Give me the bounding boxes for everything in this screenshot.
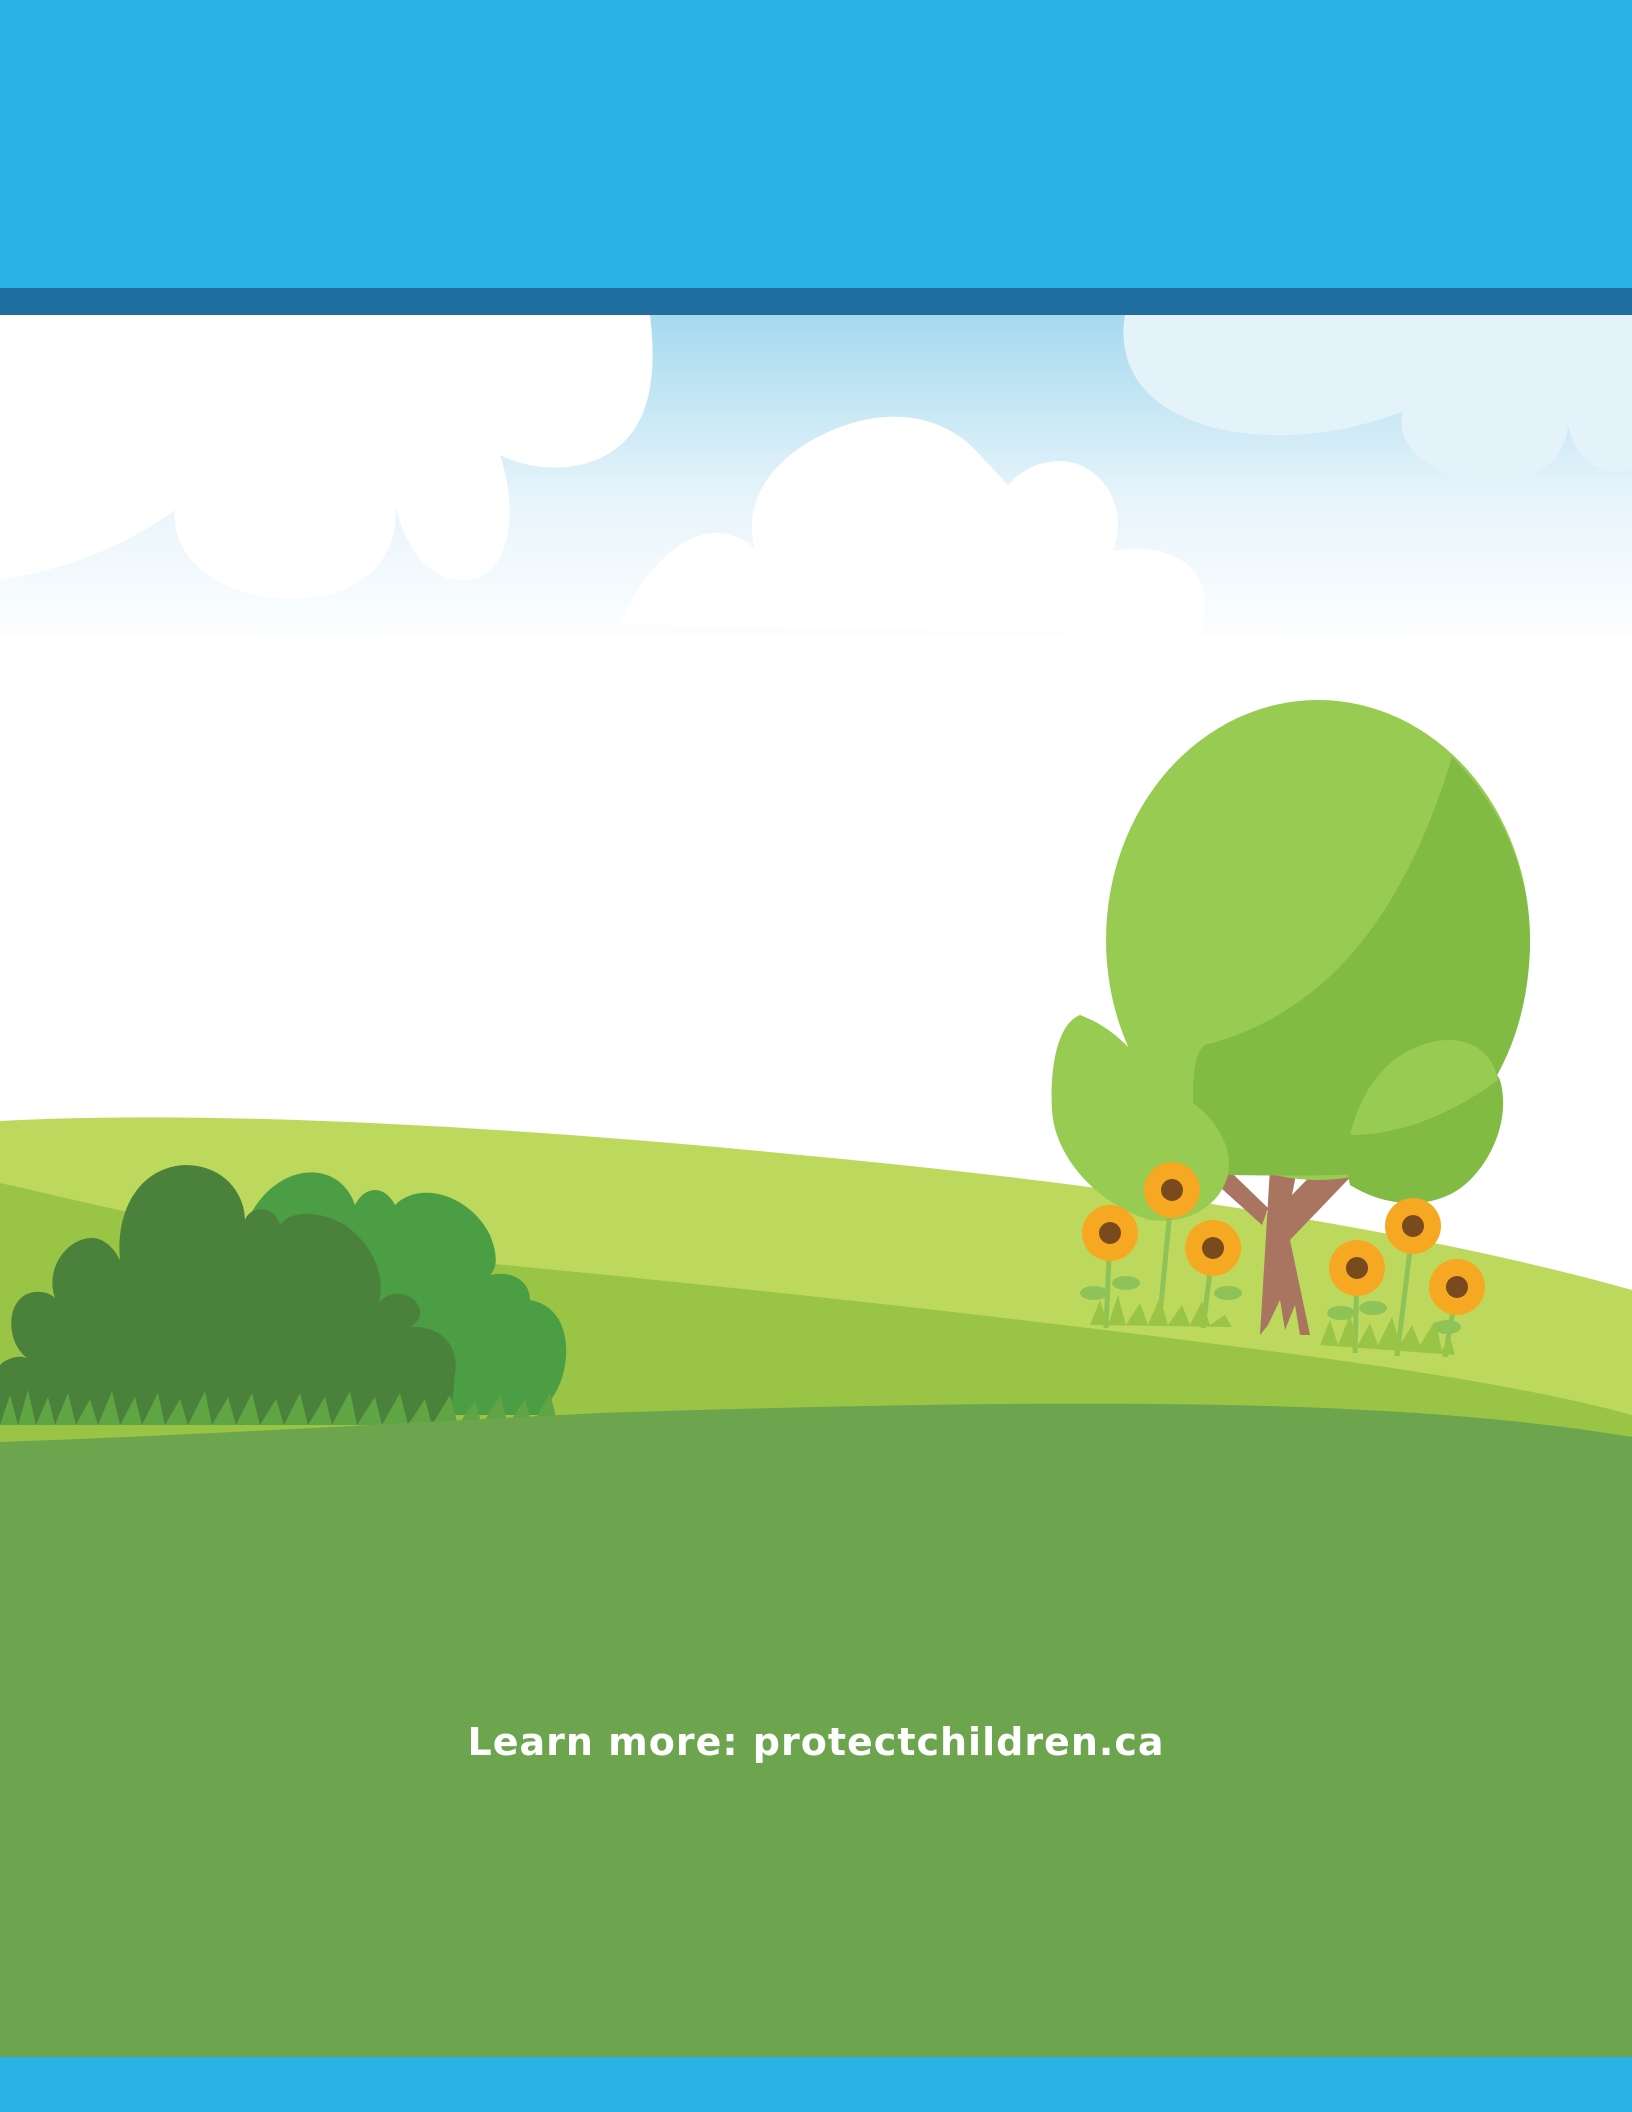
top-stripe	[0, 288, 1632, 315]
page: Learn more: protectchildren.ca	[0, 0, 1632, 2112]
landscape-illustration	[0, 315, 1632, 2057]
learn-more-link[interactable]: Learn more: protectchildren.ca	[0, 1720, 1632, 1764]
bottom-banner	[0, 2057, 1632, 2112]
landscape-svg	[0, 315, 1632, 2057]
top-banner	[0, 0, 1632, 288]
